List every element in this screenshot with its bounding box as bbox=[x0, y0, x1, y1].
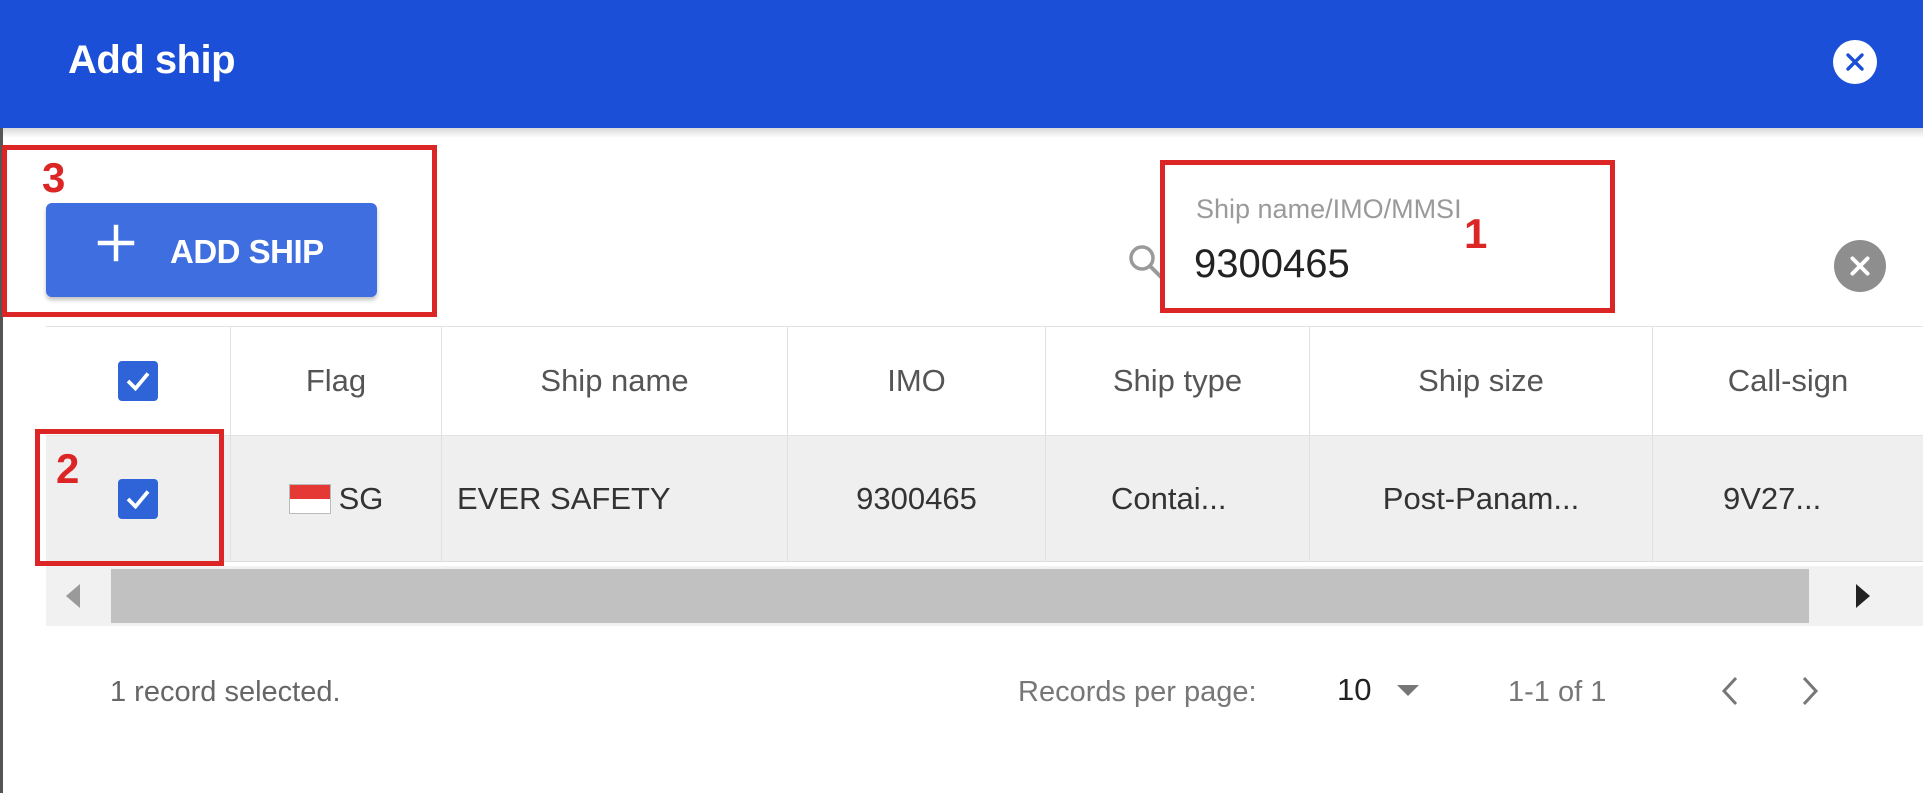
clear-circle-icon bbox=[1850, 256, 1870, 276]
horizontal-scrollbar[interactable] bbox=[46, 566, 1923, 626]
table-header-row: Flag Ship name IMO Ship type Ship size C… bbox=[46, 326, 1923, 436]
header-shadow bbox=[0, 128, 1923, 138]
column-header-call-sign[interactable]: Call-sign bbox=[1653, 327, 1923, 435]
column-header-flag[interactable]: Flag bbox=[231, 327, 442, 435]
imo-cell: 9300465 bbox=[788, 436, 1046, 561]
flag-cell: SG bbox=[231, 436, 442, 561]
annotation-number-add-ship: 3 bbox=[42, 154, 66, 201]
pagination-range: 1-1 of 1 bbox=[1508, 676, 1607, 708]
annotation-number-search: 1 bbox=[1464, 210, 1488, 257]
dialog-header: Add ship bbox=[0, 0, 1923, 128]
annotation-number-row-checkbox: 2 bbox=[56, 445, 80, 492]
ship-size-cell: Post-Panam... bbox=[1310, 436, 1653, 561]
check-icon bbox=[126, 372, 150, 392]
column-header-imo[interactable]: IMO bbox=[788, 327, 1046, 435]
records-per-page-select[interactable]: 10 bbox=[1337, 672, 1420, 708]
add-ship-dialog: Add ship ADD SHIP Ship name/IMO/MMSI 930… bbox=[0, 0, 1923, 793]
selection-status: 1 record selected. bbox=[110, 676, 341, 708]
clear-search-button[interactable] bbox=[1834, 240, 1886, 292]
scroll-left-icon[interactable] bbox=[66, 584, 80, 608]
ship-type-cell: Contai... bbox=[1046, 436, 1310, 561]
close-button[interactable] bbox=[1833, 40, 1877, 84]
column-header-ship-size[interactable]: Ship size bbox=[1310, 327, 1653, 435]
ship-name-cell: EVER SAFETY bbox=[442, 436, 788, 561]
select-all-checkbox[interactable] bbox=[118, 361, 158, 401]
caret-down-icon bbox=[1397, 684, 1420, 696]
chevron-left-icon[interactable] bbox=[1710, 668, 1750, 714]
chevron-right-icon[interactable] bbox=[1790, 668, 1830, 714]
scroll-right-icon[interactable] bbox=[1856, 584, 1870, 608]
header-check-cell bbox=[46, 327, 231, 435]
records-per-page-label: Records per page: bbox=[1018, 676, 1257, 708]
records-per-page-value: 10 bbox=[1337, 672, 1372, 707]
close-circle-icon bbox=[1846, 53, 1864, 71]
dialog-title: Add ship bbox=[68, 38, 236, 82]
column-header-ship-type[interactable]: Ship type bbox=[1046, 327, 1310, 435]
call-sign-cell: 9V27... bbox=[1723, 480, 1822, 516]
annotation-box-add-ship bbox=[2, 145, 437, 317]
annotation-box-search bbox=[1160, 160, 1615, 313]
singapore-flag-icon bbox=[288, 483, 331, 514]
flag-code: SG bbox=[338, 480, 384, 516]
scrollbar-thumb[interactable] bbox=[111, 569, 1809, 623]
table-row[interactable]: SG EVER SAFETY 9300465 Contai... Post-Pa… bbox=[46, 436, 1923, 562]
column-header-ship-name[interactable]: Ship name bbox=[442, 327, 788, 435]
